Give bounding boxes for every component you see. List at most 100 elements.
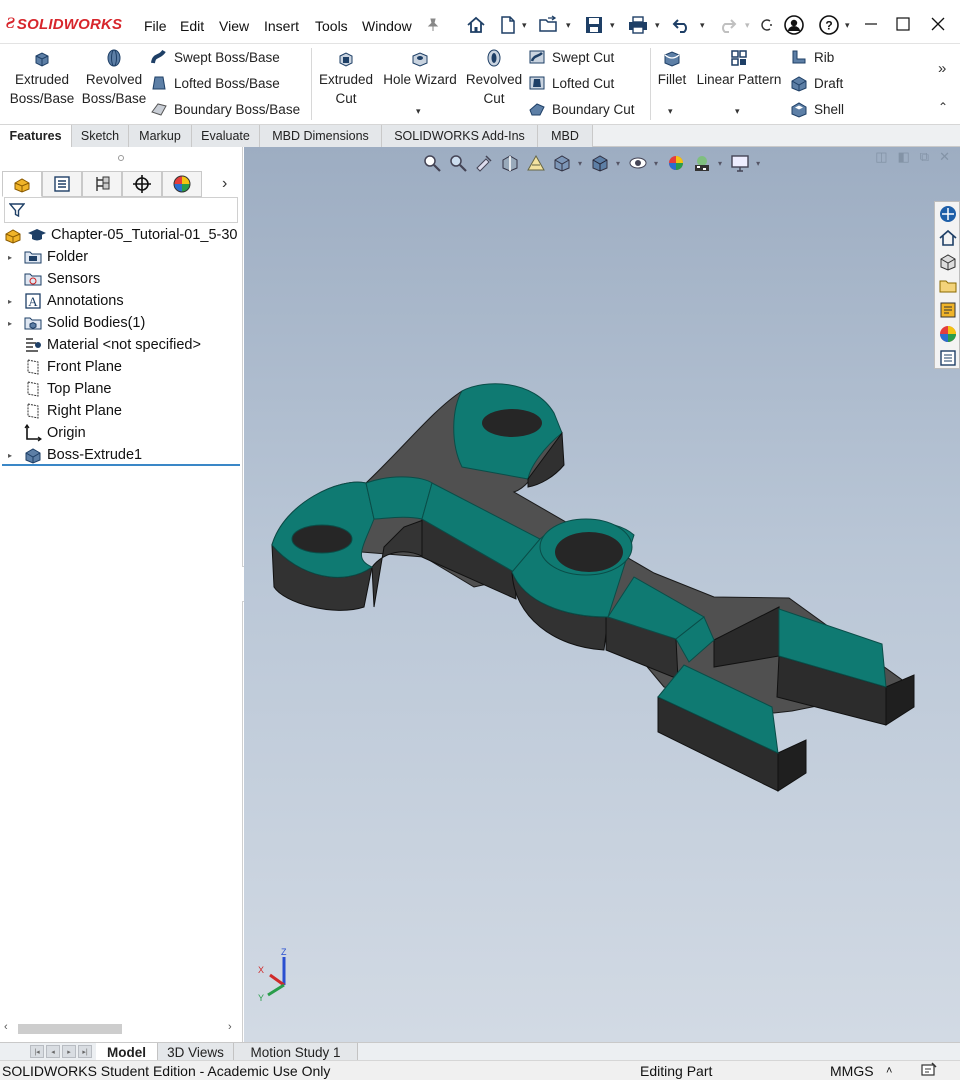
hole-wizard-caret-icon[interactable]: ▾	[416, 106, 421, 117]
fillet-button[interactable]: Fillet	[652, 48, 692, 89]
minimize-button[interactable]	[856, 12, 886, 36]
tree-item-folder[interactable]: ▸ Folder	[0, 246, 243, 268]
print-icon[interactable]	[627, 14, 649, 36]
menu-view[interactable]: View	[219, 18, 249, 34]
tree-item-sensors[interactable]: Sensors	[0, 268, 243, 290]
rib-button[interactable]: Rib	[790, 46, 834, 68]
configuration-manager-tab[interactable]	[82, 171, 122, 197]
expand-arrow-icon[interactable]: ▸	[8, 297, 18, 306]
scrollbar-thumb[interactable]	[18, 1024, 122, 1034]
dimxpert-manager-tab[interactable]	[122, 171, 162, 197]
expand-arrow-icon[interactable]: ▸	[8, 253, 18, 262]
revolved-boss-button[interactable]: Revolved Boss/Base	[80, 48, 148, 108]
hole-wizard-button[interactable]: Hole Wizard	[380, 48, 460, 89]
rollback-bar[interactable]	[2, 464, 240, 466]
tree-item-solid-bodies-1[interactable]: ▸ Solid Bodies(1)	[0, 312, 243, 334]
tree-item-front-plane[interactable]: Front Plane	[0, 356, 243, 378]
solidworks-logo[interactable]: Ƨ SOLIDWORKS	[6, 14, 122, 34]
account-icon[interactable]	[783, 14, 805, 36]
tab-motion-study-1[interactable]: Motion Study 1	[234, 1043, 358, 1061]
tab-model[interactable]: Model	[96, 1043, 158, 1061]
tab-mbd[interactable]: MBD	[538, 125, 593, 147]
new-document-icon[interactable]	[497, 14, 519, 36]
undo-caret-icon[interactable]: ▾	[700, 20, 705, 31]
tree-item-right-plane[interactable]: Right Plane	[0, 400, 243, 422]
linear-pattern-button[interactable]: Linear Pattern	[694, 48, 784, 89]
menu-edit[interactable]: Edit	[180, 18, 204, 34]
expand-arrow-icon[interactable]: ▸	[8, 451, 18, 460]
next-tab-icon[interactable]: ▸	[62, 1045, 76, 1058]
swept-boss-button[interactable]: Swept Boss/Base	[150, 46, 280, 68]
last-tab-icon[interactable]: ▸|	[78, 1045, 92, 1058]
lofted-cut-button[interactable]: Lofted Cut	[528, 72, 614, 94]
extruded-boss-button[interactable]: Extruded Boss/Base	[8, 48, 76, 108]
tab-solidworks-add-ins[interactable]: SOLIDWORKS Add-Ins	[382, 125, 538, 147]
status-units[interactable]: MMGS	[830, 1063, 874, 1079]
ribbon-overflow-icon[interactable]: »	[938, 60, 946, 77]
tab-mbd-dimensions[interactable]: MBD Dimensions	[260, 125, 382, 147]
draft-button[interactable]: Draft	[790, 72, 843, 94]
tab-features[interactable]: Features	[0, 125, 72, 147]
panel-grip[interactable]	[118, 155, 124, 161]
tree-root-part[interactable]: Chapter-05_Tutorial-01_5-30	[0, 224, 243, 246]
panel-horizontal-scrollbar[interactable]: ‹ ›	[0, 1019, 243, 1039]
rebuild-icon[interactable]	[756, 14, 778, 36]
prev-tab-icon[interactable]: ◂	[46, 1045, 60, 1058]
units-caret-icon[interactable]: ˄	[886, 1065, 892, 1077]
fillet-caret-icon[interactable]: ▾	[668, 106, 673, 117]
boundary-cut-button[interactable]: Boundary Cut	[528, 98, 635, 120]
file-explorer-icon[interactable]	[938, 276, 958, 296]
pin-icon[interactable]	[422, 14, 444, 36]
custom-properties-icon[interactable]	[938, 348, 958, 368]
tree-filter-field[interactable]	[4, 197, 238, 223]
tab-3d-views[interactable]: 3D Views	[158, 1043, 234, 1061]
scroll-right-icon[interactable]: ›	[228, 1021, 232, 1033]
save-icon[interactable]	[583, 14, 605, 36]
redo-icon[interactable]	[716, 14, 738, 36]
first-tab-icon[interactable]: |◂	[30, 1045, 44, 1058]
help-caret-icon[interactable]: ▾	[845, 20, 850, 31]
scroll-left-icon[interactable]: ‹	[4, 1021, 8, 1033]
display-manager-tab[interactable]	[162, 171, 202, 197]
menu-window[interactable]: Window	[362, 18, 412, 34]
extruded-cut-button[interactable]: Extruded Cut	[312, 48, 380, 108]
tab-sketch[interactable]: Sketch	[72, 125, 129, 147]
save-caret-icon[interactable]: ▾	[610, 20, 615, 31]
open-folder-icon[interactable]	[538, 14, 560, 36]
home-icon[interactable]	[465, 14, 487, 36]
menu-insert[interactable]: Insert	[264, 18, 299, 34]
lofted-boss-button[interactable]: Lofted Boss/Base	[150, 72, 280, 94]
design-library-icon[interactable]	[938, 252, 958, 272]
linear-pattern-caret-icon[interactable]: ▾	[735, 106, 740, 117]
print-caret-icon[interactable]: ▾	[655, 20, 660, 31]
undo-icon[interactable]	[671, 14, 693, 36]
tree-item-annotations[interactable]: ▸ A Annotations	[0, 290, 243, 312]
close-button[interactable]	[923, 12, 953, 36]
boundary-boss-button[interactable]: Boundary Boss/Base	[150, 98, 300, 120]
tree-item-top-plane[interactable]: Top Plane	[0, 378, 243, 400]
open-caret-icon[interactable]: ▾	[566, 20, 571, 31]
help-icon[interactable]: ?	[818, 14, 840, 36]
menu-file[interactable]: File	[144, 18, 167, 34]
tab-markup[interactable]: Markup	[129, 125, 192, 147]
solidworks-resources-icon[interactable]	[938, 204, 958, 224]
redo-caret-icon[interactable]: ▾	[745, 20, 750, 31]
maximize-button[interactable]	[888, 12, 918, 36]
swept-cut-button[interactable]: Swept Cut	[528, 46, 614, 68]
ribbon-collapse-icon[interactable]: ⌃	[938, 100, 948, 114]
tree-item-material-not-specified[interactable]: Material <not specified>	[0, 334, 243, 356]
rebuild-status-icon[interactable]	[920, 1061, 938, 1080]
panel-more-arrow-icon[interactable]: ›	[222, 175, 227, 193]
view-palette-icon[interactable]	[938, 300, 958, 320]
tab-evaluate[interactable]: Evaluate	[192, 125, 260, 147]
appearances-icon[interactable]	[938, 324, 958, 344]
revolved-cut-button[interactable]: Revolved Cut	[462, 48, 526, 108]
new-caret-icon[interactable]: ▾	[522, 20, 527, 31]
shell-button[interactable]: Shell	[790, 98, 844, 120]
property-manager-tab[interactable]	[42, 171, 82, 197]
part-model-render[interactable]	[244, 147, 960, 1042]
feature-manager-tab[interactable]	[2, 171, 42, 197]
home-icon[interactable]	[938, 228, 958, 248]
expand-arrow-icon[interactable]: ▸	[8, 319, 18, 328]
menu-tools[interactable]: Tools	[315, 18, 348, 34]
